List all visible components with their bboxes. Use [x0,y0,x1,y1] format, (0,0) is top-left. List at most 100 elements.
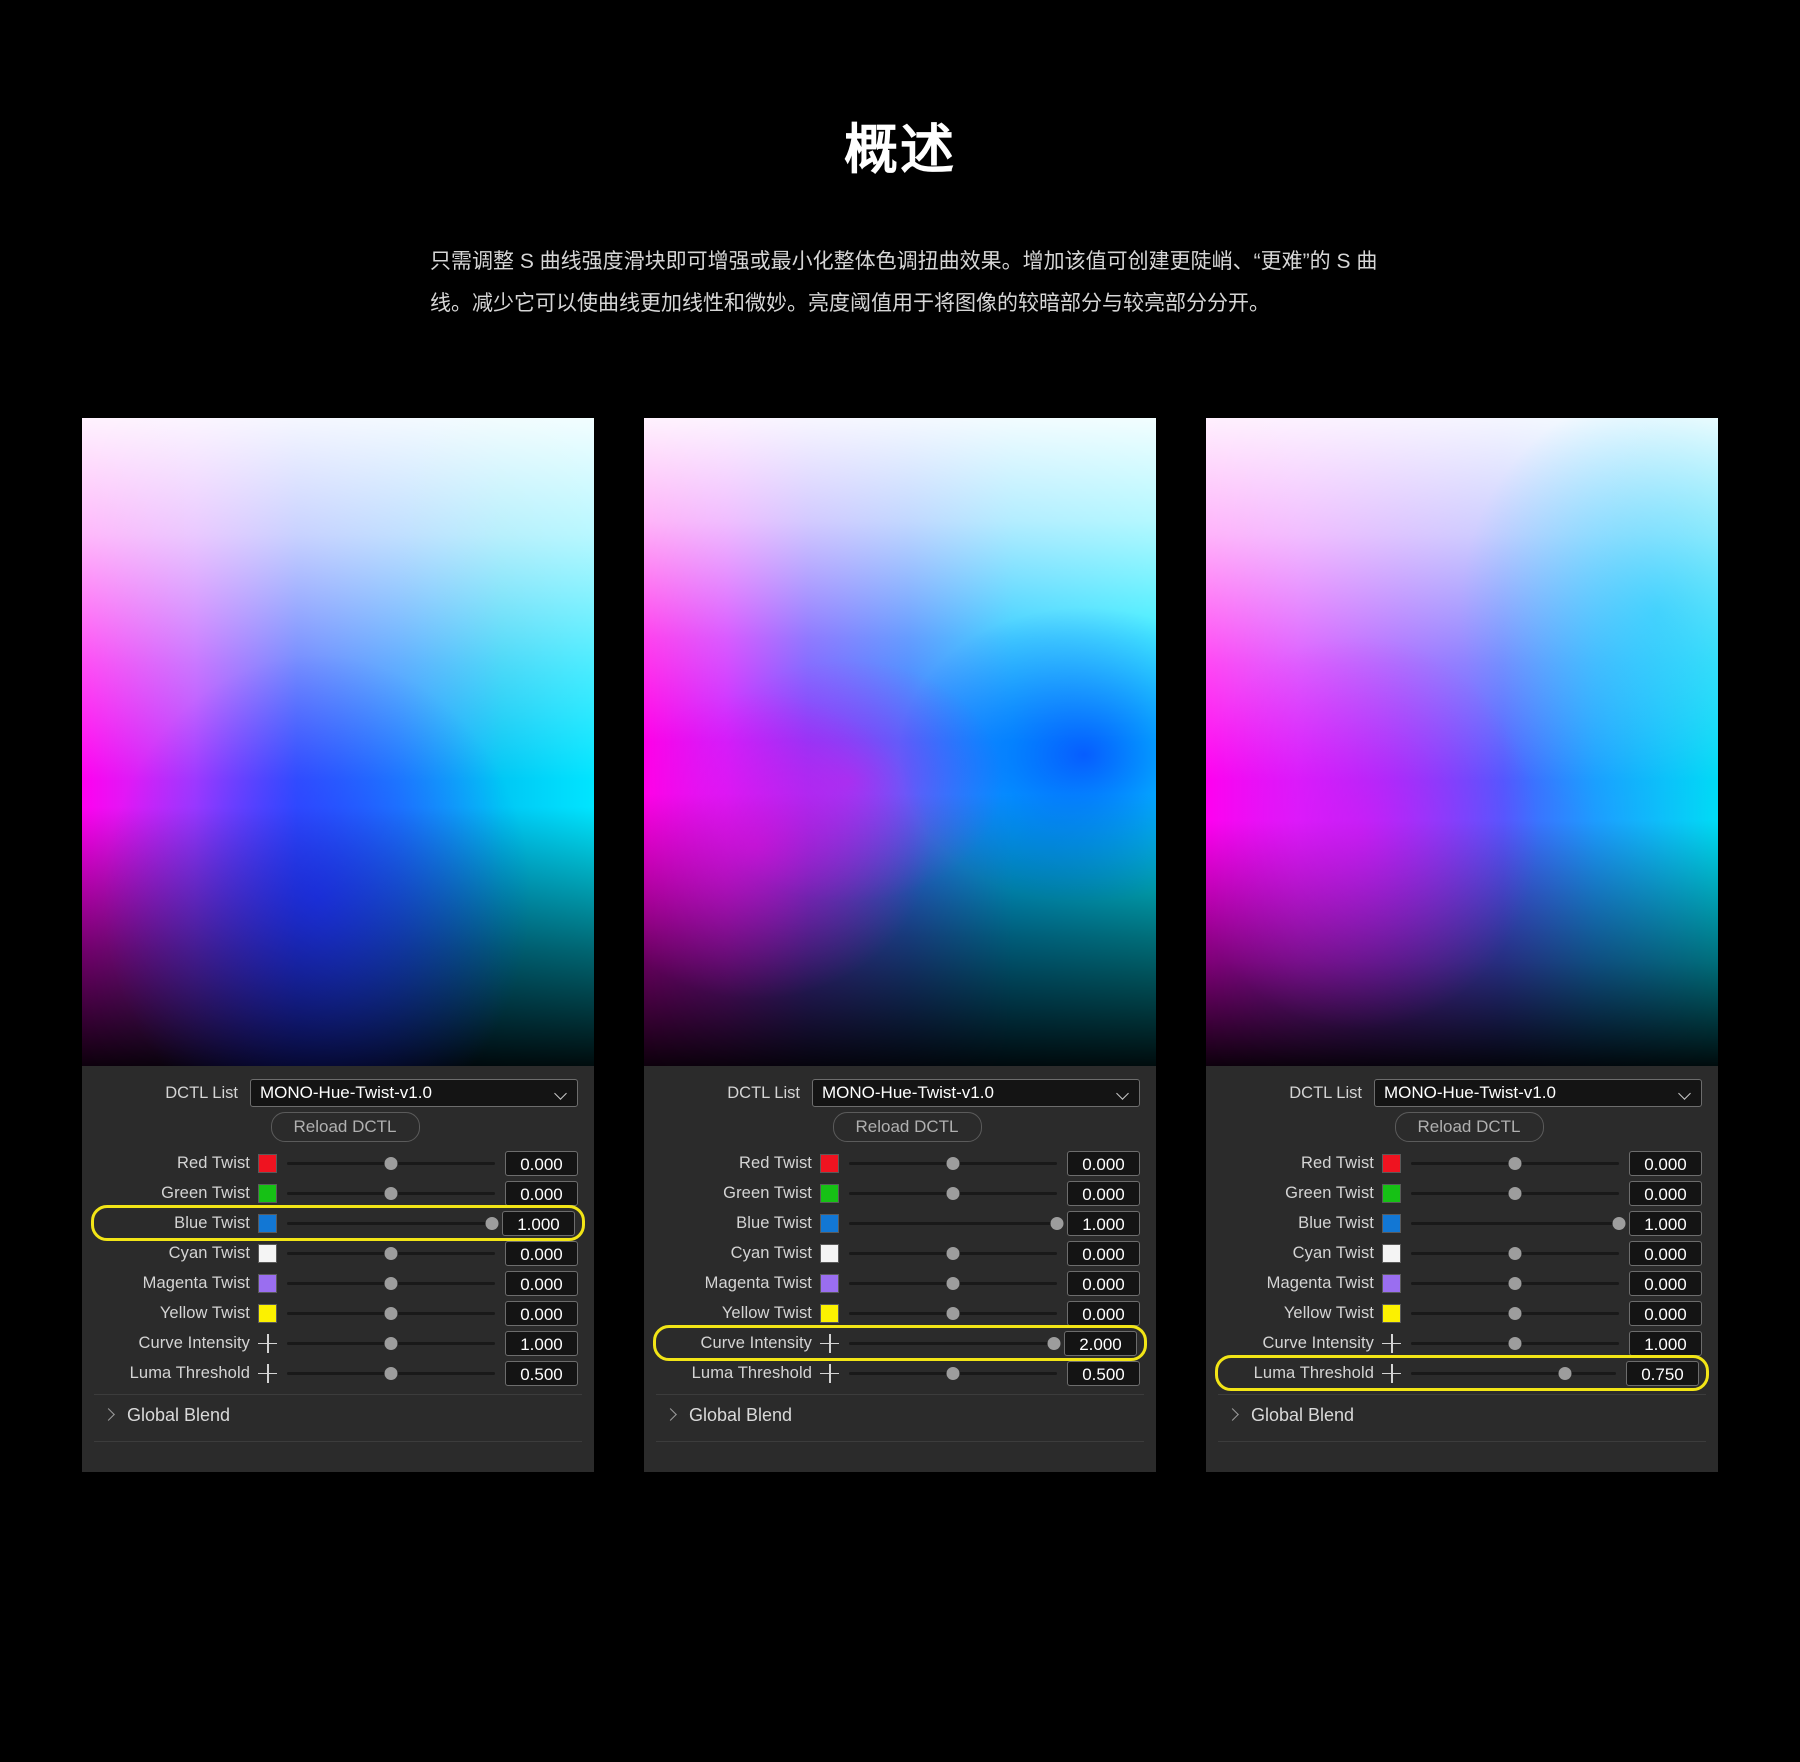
swatch-yellow-icon[interactable] [258,1303,277,1323]
global-blend-section[interactable]: Global Blend [94,1395,582,1435]
swatch-cyan-icon[interactable] [1382,1243,1401,1263]
param-slider[interactable] [287,1302,495,1324]
param-value-field[interactable]: 0.000 [505,1150,578,1176]
param-value-field[interactable]: 0.000 [1629,1270,1702,1296]
swatch-red-icon[interactable] [820,1153,839,1173]
param-slider[interactable] [849,1152,1057,1174]
param-slider[interactable] [287,1182,495,1204]
slider-knob[interactable] [1558,1367,1572,1380]
param-slider[interactable] [287,1212,499,1234]
param-slider[interactable] [849,1362,1057,1384]
swatch-magenta-icon[interactable] [1382,1273,1401,1293]
swatch-red-icon[interactable] [1382,1153,1401,1173]
param-value-field[interactable]: 1.000 [502,1210,575,1236]
slider-knob[interactable] [384,1337,398,1350]
slider-knob[interactable] [946,1367,960,1380]
param-value-field[interactable]: 0.000 [505,1240,578,1266]
swatch-red-icon[interactable] [258,1153,277,1173]
reload-dctl-button[interactable]: Reload DCTL [270,1112,420,1142]
slider-knob[interactable] [384,1157,398,1170]
param-slider[interactable] [287,1242,495,1264]
swatch-cyan-icon[interactable] [820,1243,839,1263]
swatch-yellow-icon[interactable] [1382,1303,1401,1323]
param-value-field[interactable]: 1.000 [1629,1210,1702,1236]
swatch-magenta-icon[interactable] [258,1273,277,1293]
slider-knob[interactable] [946,1157,960,1170]
param-slider[interactable] [849,1332,1061,1354]
param-value-field[interactable]: 0.000 [1629,1180,1702,1206]
slider-knob[interactable] [946,1277,960,1290]
slider-knob[interactable] [384,1367,398,1380]
param-slider[interactable] [849,1302,1057,1324]
param-slider[interactable] [849,1182,1057,1204]
swatch-blue-icon[interactable] [820,1213,839,1233]
param-value-field[interactable]: 2.000 [1064,1330,1137,1356]
dctl-list-select[interactable]: MONO-Hue-Twist-v1.0 [250,1079,578,1107]
param-value-field[interactable]: 1.000 [1067,1210,1140,1236]
global-blend-section[interactable]: Global Blend [1218,1395,1706,1435]
param-slider[interactable] [1411,1272,1619,1294]
slider-knob[interactable] [1508,1157,1522,1170]
plus-icon[interactable] [1382,1333,1401,1353]
slider-knob[interactable] [1047,1337,1061,1350]
param-slider[interactable] [849,1242,1057,1264]
param-value-field[interactable]: 0.000 [1067,1180,1140,1206]
dctl-list-select[interactable]: MONO-Hue-Twist-v1.0 [1374,1079,1702,1107]
plus-icon[interactable] [258,1363,277,1383]
slider-knob[interactable] [1612,1217,1626,1230]
swatch-green-icon[interactable] [820,1183,839,1203]
param-value-field[interactable]: 0.750 [1626,1360,1699,1386]
param-value-field[interactable]: 0.000 [1629,1150,1702,1176]
slider-knob[interactable] [485,1217,499,1230]
slider-knob[interactable] [1508,1247,1522,1260]
slider-knob[interactable] [384,1307,398,1320]
param-slider[interactable] [1411,1332,1619,1354]
param-value-field[interactable]: 0.000 [1629,1240,1702,1266]
param-value-field[interactable]: 0.000 [1067,1270,1140,1296]
param-value-field[interactable]: 0.000 [505,1270,578,1296]
plus-icon[interactable] [258,1333,277,1353]
param-slider[interactable] [287,1272,495,1294]
param-slider[interactable] [1411,1212,1626,1234]
swatch-green-icon[interactable] [258,1183,277,1203]
swatch-magenta-icon[interactable] [820,1273,839,1293]
param-value-field[interactable]: 0.000 [1067,1300,1140,1326]
param-slider[interactable] [1411,1182,1619,1204]
plus-icon[interactable] [1382,1363,1401,1383]
swatch-yellow-icon[interactable] [820,1303,839,1323]
global-blend-section[interactable]: Global Blend [656,1395,1144,1435]
plus-icon[interactable] [820,1363,839,1383]
param-value-field[interactable]: 0.000 [505,1300,578,1326]
param-slider[interactable] [849,1212,1064,1234]
reload-dctl-button[interactable]: Reload DCTL [832,1112,982,1142]
slider-knob[interactable] [946,1247,960,1260]
reload-dctl-button[interactable]: Reload DCTL [1394,1112,1544,1142]
dctl-list-select[interactable]: MONO-Hue-Twist-v1.0 [812,1079,1140,1107]
slider-knob[interactable] [384,1187,398,1200]
slider-knob[interactable] [1508,1307,1522,1320]
param-value-field[interactable]: 1.000 [1629,1330,1702,1356]
param-slider[interactable] [287,1152,495,1174]
param-slider[interactable] [849,1272,1057,1294]
slider-knob[interactable] [946,1307,960,1320]
param-value-field[interactable]: 1.000 [505,1330,578,1356]
param-value-field[interactable]: 0.000 [1067,1240,1140,1266]
slider-knob[interactable] [384,1277,398,1290]
param-slider[interactable] [287,1362,495,1384]
slider-knob[interactable] [1050,1217,1064,1230]
plus-icon[interactable] [820,1333,839,1353]
param-slider[interactable] [1411,1242,1619,1264]
param-slider[interactable] [287,1332,495,1354]
slider-knob[interactable] [384,1247,398,1260]
param-value-field[interactable]: 0.500 [505,1360,578,1386]
param-value-field[interactable]: 0.000 [505,1180,578,1206]
slider-knob[interactable] [1508,1187,1522,1200]
param-value-field[interactable]: 0.000 [1629,1300,1702,1326]
swatch-blue-icon[interactable] [258,1213,277,1233]
swatch-blue-icon[interactable] [1382,1213,1401,1233]
swatch-green-icon[interactable] [1382,1183,1401,1203]
param-slider[interactable] [1411,1362,1616,1384]
slider-knob[interactable] [1508,1337,1522,1350]
param-slider[interactable] [1411,1302,1619,1324]
slider-knob[interactable] [1508,1277,1522,1290]
